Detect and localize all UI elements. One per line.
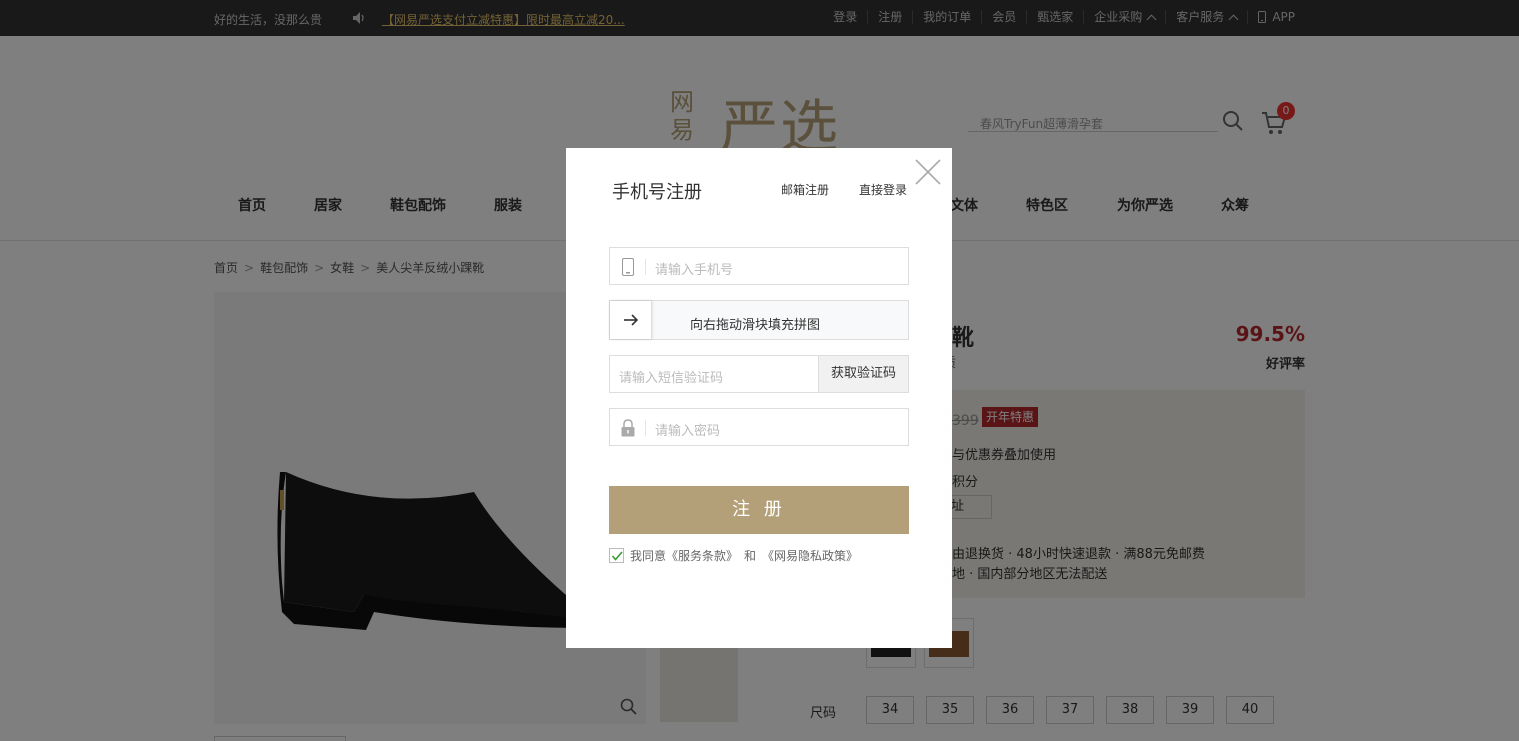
- slider-instruction: 向右拖动滑块填充拼图: [690, 318, 821, 333]
- direct-login-link[interactable]: 直接登录: [859, 181, 907, 198]
- email-register-link[interactable]: 邮箱注册: [781, 181, 829, 198]
- modal-title: 手机号注册: [612, 182, 702, 203]
- field-divider: [645, 420, 646, 436]
- field-divider: [645, 259, 646, 275]
- phone-field[interactable]: 请输入手机号: [609, 247, 909, 285]
- agree-prefix: 我同意: [630, 549, 667, 563]
- password-field[interactable]: 请输入密码: [609, 408, 909, 446]
- register-modal: 手机号注册 邮箱注册 直接登录 请输入手机号 向右拖动滑块填充拼图 请输入短信验…: [566, 148, 952, 648]
- password-placeholder: 请输入密码: [655, 424, 721, 439]
- checkmark-icon: [611, 551, 623, 561]
- close-icon[interactable]: [912, 156, 944, 188]
- register-button[interactable]: 注 册: [609, 486, 909, 534]
- lock-icon: [621, 419, 635, 437]
- slider-captcha: 向右拖动滑块填充拼图: [609, 300, 909, 340]
- sms-code-field[interactable]: 请输入短信验证码 获取验证码: [609, 355, 909, 393]
- terms-link[interactable]: 《服务条款》: [666, 547, 738, 564]
- slider-handle[interactable]: [610, 301, 652, 339]
- agree-and: 和: [744, 549, 757, 563]
- arrow-right-icon: [624, 314, 639, 326]
- agree-checkbox[interactable]: [609, 548, 624, 563]
- sms-placeholder: 请输入短信验证码: [619, 371, 724, 386]
- phone-placeholder: 请输入手机号: [655, 263, 734, 278]
- mobile-phone-icon: [622, 258, 634, 276]
- privacy-link[interactable]: 《网易隐私政策》: [762, 547, 858, 564]
- get-code-button[interactable]: 获取验证码: [818, 356, 908, 392]
- agreement-row: 我同意 《服务条款》 和 《网易隐私政策》: [609, 547, 858, 564]
